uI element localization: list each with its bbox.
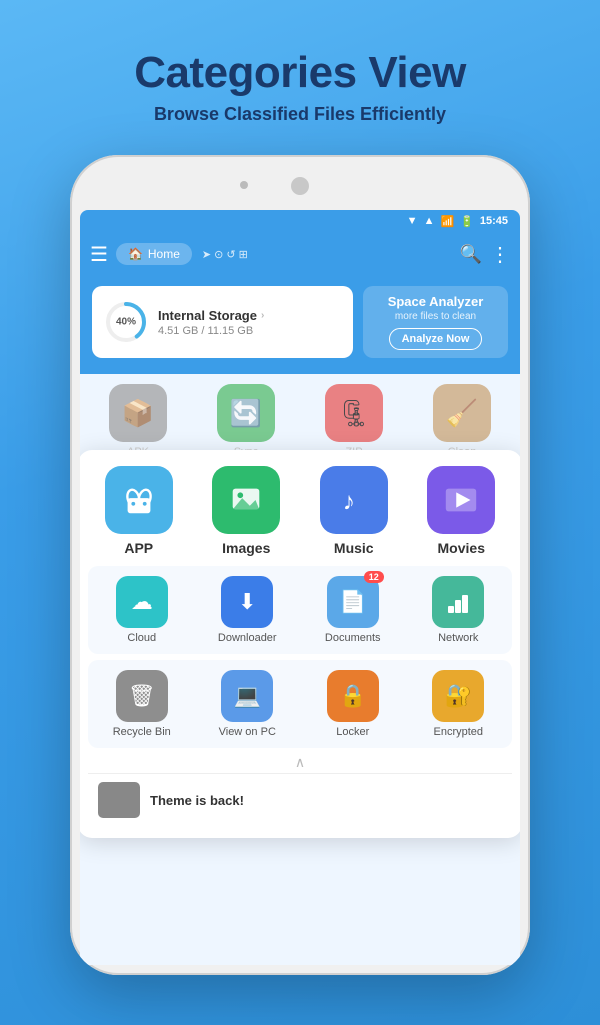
featured-card: APP Images	[80, 450, 520, 838]
cat-app-label: APP	[124, 540, 153, 556]
space-analyzer: Space Analyzer more files to clean Analy…	[363, 286, 508, 358]
signal-icon: ▼	[407, 215, 418, 227]
cat-cloud[interactable]: ☁ Cloud	[92, 576, 192, 644]
battery-icon: 🔋	[460, 215, 474, 228]
cat-view-pc[interactable]: 💻 View on PC	[198, 670, 298, 738]
storage-usage: 4.51 GB / 11.15 GB	[158, 325, 264, 337]
cat-downloader[interactable]: ⬇ Downloader	[198, 576, 298, 644]
page-subtitle: Browse Classified Files Efficiently	[0, 104, 600, 125]
storage-percent: 40%	[116, 317, 136, 328]
status-time: 15:45	[480, 215, 508, 227]
nav-grid-icon[interactable]: ⊞	[239, 248, 248, 261]
analyze-now-button[interactable]: Analyze Now	[389, 328, 483, 350]
more-icon[interactable]: ⋮	[490, 242, 510, 267]
cat-locker[interactable]: 🔒 Locker	[303, 670, 403, 738]
menu-icon[interactable]: ☰	[90, 242, 108, 267]
camera-dot	[291, 177, 309, 195]
app-toolbar: ☰ 🏠 Home ➤ ⊙ ↺ ⊞ 🔍 ⋮	[80, 232, 520, 276]
cat-app[interactable]: APP	[88, 466, 190, 556]
cat-downloader-label: Downloader	[218, 632, 277, 644]
scroll-up-indicator: ∧	[88, 748, 512, 773]
home-icon: 🏠	[128, 247, 143, 261]
storage-area: 40% Internal Storage › 4.51 GB / 11.15 G…	[80, 276, 520, 374]
cat-recycle[interactable]: 🗑 Recycle Bin	[92, 670, 192, 738]
nav-arrow-icon[interactable]: ➤	[202, 248, 211, 261]
storage-card: 40% Internal Storage › 4.51 GB / 11.15 G…	[92, 286, 353, 358]
storage-title: Internal Storage ›	[158, 308, 264, 323]
cat-movies-label: Movies	[438, 540, 485, 556]
bg-cat-clean: 🧹 Clean	[412, 384, 512, 458]
notification-text: Theme is back!	[150, 793, 244, 808]
cat-movies[interactable]: Movies	[411, 466, 513, 556]
page-title: Categories View	[0, 48, 600, 98]
cat-network-label: Network	[438, 632, 478, 644]
status-bar: ▼ ▲ 📶 🔋 15:45	[80, 210, 520, 232]
wifi-icon: 📶	[440, 215, 454, 228]
cat-images-label: Images	[222, 540, 270, 556]
nav-back-icon[interactable]: ↺	[226, 248, 235, 261]
cat-network[interactable]: Network	[409, 576, 509, 644]
cat-documents-label: Documents	[325, 632, 381, 644]
analyzer-title: Space Analyzer	[388, 294, 484, 309]
svg-text:♪: ♪	[342, 489, 354, 516]
documents-badge: 12	[364, 571, 384, 583]
phone-mockup: ▼ ▲ 📶 🔋 15:45 ☰ 🏠 Home ➤ ⊙ ↺ ⊞	[70, 155, 530, 975]
cat-music-label: Music	[334, 540, 374, 556]
cat-view-pc-label: View on PC	[219, 726, 276, 738]
page-header: Categories View Browse Classified Files …	[0, 0, 600, 143]
home-label: Home	[148, 247, 180, 261]
cat-cloud-label: Cloud	[127, 632, 156, 644]
cat-recycle-label: Recycle Bin	[113, 726, 171, 738]
home-button[interactable]: 🏠 Home	[116, 243, 192, 265]
analyzer-subtitle: more files to clean	[395, 311, 476, 322]
network-icon: ▲	[424, 215, 435, 227]
bg-cat-sync: 🔄 Sync	[196, 384, 296, 458]
nav-circle-icon[interactable]: ⊙	[214, 248, 223, 261]
bg-cat-zip: 🗜 ZIP	[304, 384, 404, 458]
phone-screen: ▼ ▲ 📶 🔋 15:45 ☰ 🏠 Home ➤ ⊙ ↺ ⊞	[80, 210, 520, 965]
cat-encrypted-label: Encrypted	[433, 726, 483, 738]
cat-music[interactable]: ♪ Music	[303, 466, 405, 556]
cat-encrypted[interactable]: 🔐 Encrypted	[409, 670, 509, 738]
small-category-grid: ☁ Cloud ⬇ Downloader 📄 12 Docum	[88, 566, 512, 654]
cat-images[interactable]: Images	[196, 466, 298, 556]
cat-locker-label: Locker	[336, 726, 369, 738]
small-category-grid-2: 🗑 Recycle Bin 💻 View on PC 🔒 Locker	[88, 660, 512, 748]
sensor-dot	[240, 181, 248, 189]
search-icon[interactable]: 🔍	[460, 244, 482, 265]
storage-donut: 40%	[104, 300, 148, 344]
notification-bar[interactable]: Theme is back!	[88, 773, 512, 826]
notification-thumb	[98, 782, 140, 818]
featured-grid: APP Images	[88, 466, 512, 556]
cat-documents[interactable]: 📄 12 Documents	[303, 576, 403, 644]
bg-cat-apk: 📦 APK	[88, 384, 188, 458]
